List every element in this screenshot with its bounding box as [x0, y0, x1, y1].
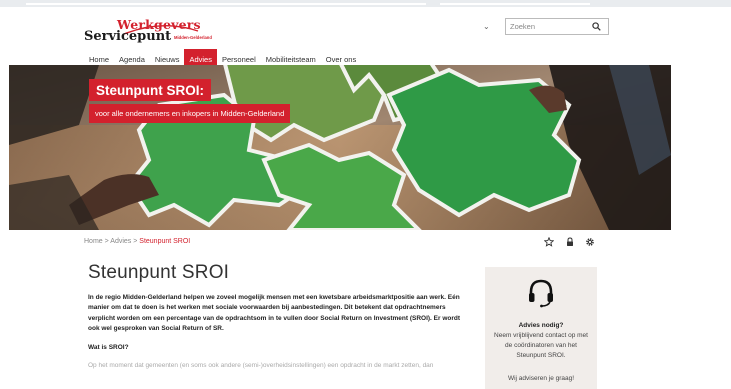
breadcrumb-home[interactable]: Home — [84, 238, 103, 245]
breadcrumb-advies[interactable]: Advies — [110, 238, 131, 245]
hero-banner: Steunpunt SROI: voor alle ondernemers en… — [9, 65, 671, 230]
sidebox-text: Neem vrijblijvend contact op met de coör… — [494, 332, 588, 359]
sidebox-cta: Wij adviseren je graag! — [507, 375, 575, 382]
logo-tagline: Midden-Gelderland — [174, 35, 212, 40]
breadcrumb: Home > Advies > Steunpunt SROI — [84, 238, 190, 245]
logo-word-servicepunt: Servicepunt — [84, 29, 172, 44]
body-paragraph: Op het moment dat gemeenten (en soms ook… — [88, 361, 434, 369]
sidebox-title: Advies nodig? — [518, 322, 564, 329]
site-logo[interactable]: Werkgevers Servicepunt Midden-Gelderland — [84, 17, 234, 47]
section-question: Wat is SROI? — [88, 343, 129, 351]
top-strip-segment — [440, 3, 590, 5]
search-icon[interactable] — [592, 22, 601, 31]
site-header: Werkgevers Servicepunt Midden-Gelderland… — [0, 7, 731, 71]
headset-icon — [529, 279, 553, 308]
search-input[interactable] — [506, 19, 590, 34]
breadcrumb-current: Steunpunt SROI — [139, 238, 191, 245]
top-strip-segment — [26, 3, 426, 5]
page-title: Steunpunt SROI — [88, 262, 230, 283]
advice-sidebox: Advies nodig? Neem vrijblijvend contact … — [485, 267, 597, 389]
lock-icon[interactable] — [565, 237, 575, 247]
hero-subtitle: voor alle ondernemers en inkopers in Mid… — [89, 104, 291, 123]
page-tools — [544, 237, 604, 249]
hero-title: Steunpunt SROI: — [89, 79, 211, 101]
main-content: Steunpunt SROI In de regio Midden-Gelder… — [88, 262, 468, 369]
intro-paragraph: In de regio Midden-Gelderland helpen we … — [88, 294, 461, 333]
search-box — [505, 18, 609, 35]
gear-icon[interactable] — [585, 237, 595, 247]
browser-top-strip — [0, 0, 731, 7]
star-icon[interactable] — [544, 237, 554, 247]
language-chevron-icon[interactable]: ⌄ — [483, 22, 490, 31]
